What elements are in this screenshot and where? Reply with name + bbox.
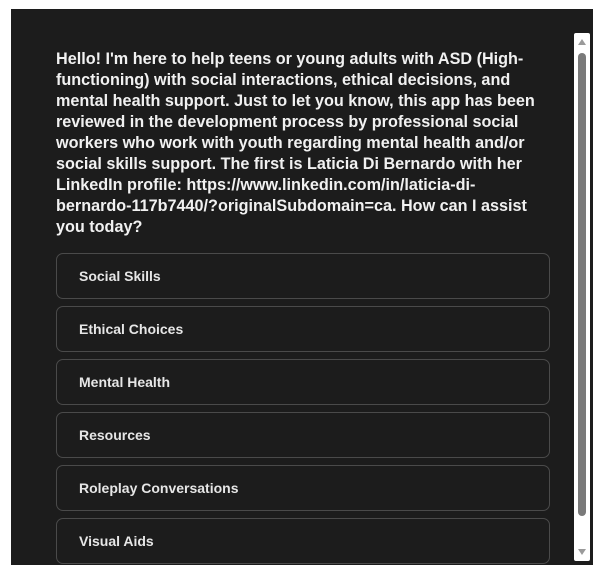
scroll-up-button[interactable]	[574, 35, 590, 49]
option-label: Mental Health	[79, 374, 171, 390]
option-label: Visual Aids	[79, 533, 154, 549]
option-social-skills[interactable]: Social Skills	[56, 253, 550, 299]
option-visual-aids[interactable]: Visual Aids	[56, 518, 550, 564]
option-ethical-choices[interactable]: Ethical Choices	[56, 306, 550, 352]
scroll-down-button[interactable]	[574, 545, 590, 559]
option-label: Social Skills	[79, 268, 161, 284]
chat-panel: Hello! I'm here to help teens or young a…	[11, 9, 593, 565]
assistant-message: Hello! I'm here to help teens or young a…	[56, 50, 535, 236]
scrollbar-thumb[interactable]	[578, 53, 586, 516]
triangle-down-icon	[578, 549, 586, 555]
triangle-up-icon	[578, 39, 586, 45]
option-label: Ethical Choices	[79, 321, 184, 337]
option-mental-health[interactable]: Mental Health	[56, 359, 550, 405]
option-label: Roleplay Conversations	[79, 480, 239, 496]
chat-content: Hello! I'm here to help teens or young a…	[56, 49, 550, 565]
quick-reply-options: Social Skills Ethical Choices Mental Hea…	[56, 253, 550, 565]
vertical-scrollbar[interactable]	[574, 33, 590, 561]
option-label: Resources	[79, 427, 151, 443]
option-resources[interactable]: Resources	[56, 412, 550, 458]
option-roleplay-conversations[interactable]: Roleplay Conversations	[56, 465, 550, 511]
